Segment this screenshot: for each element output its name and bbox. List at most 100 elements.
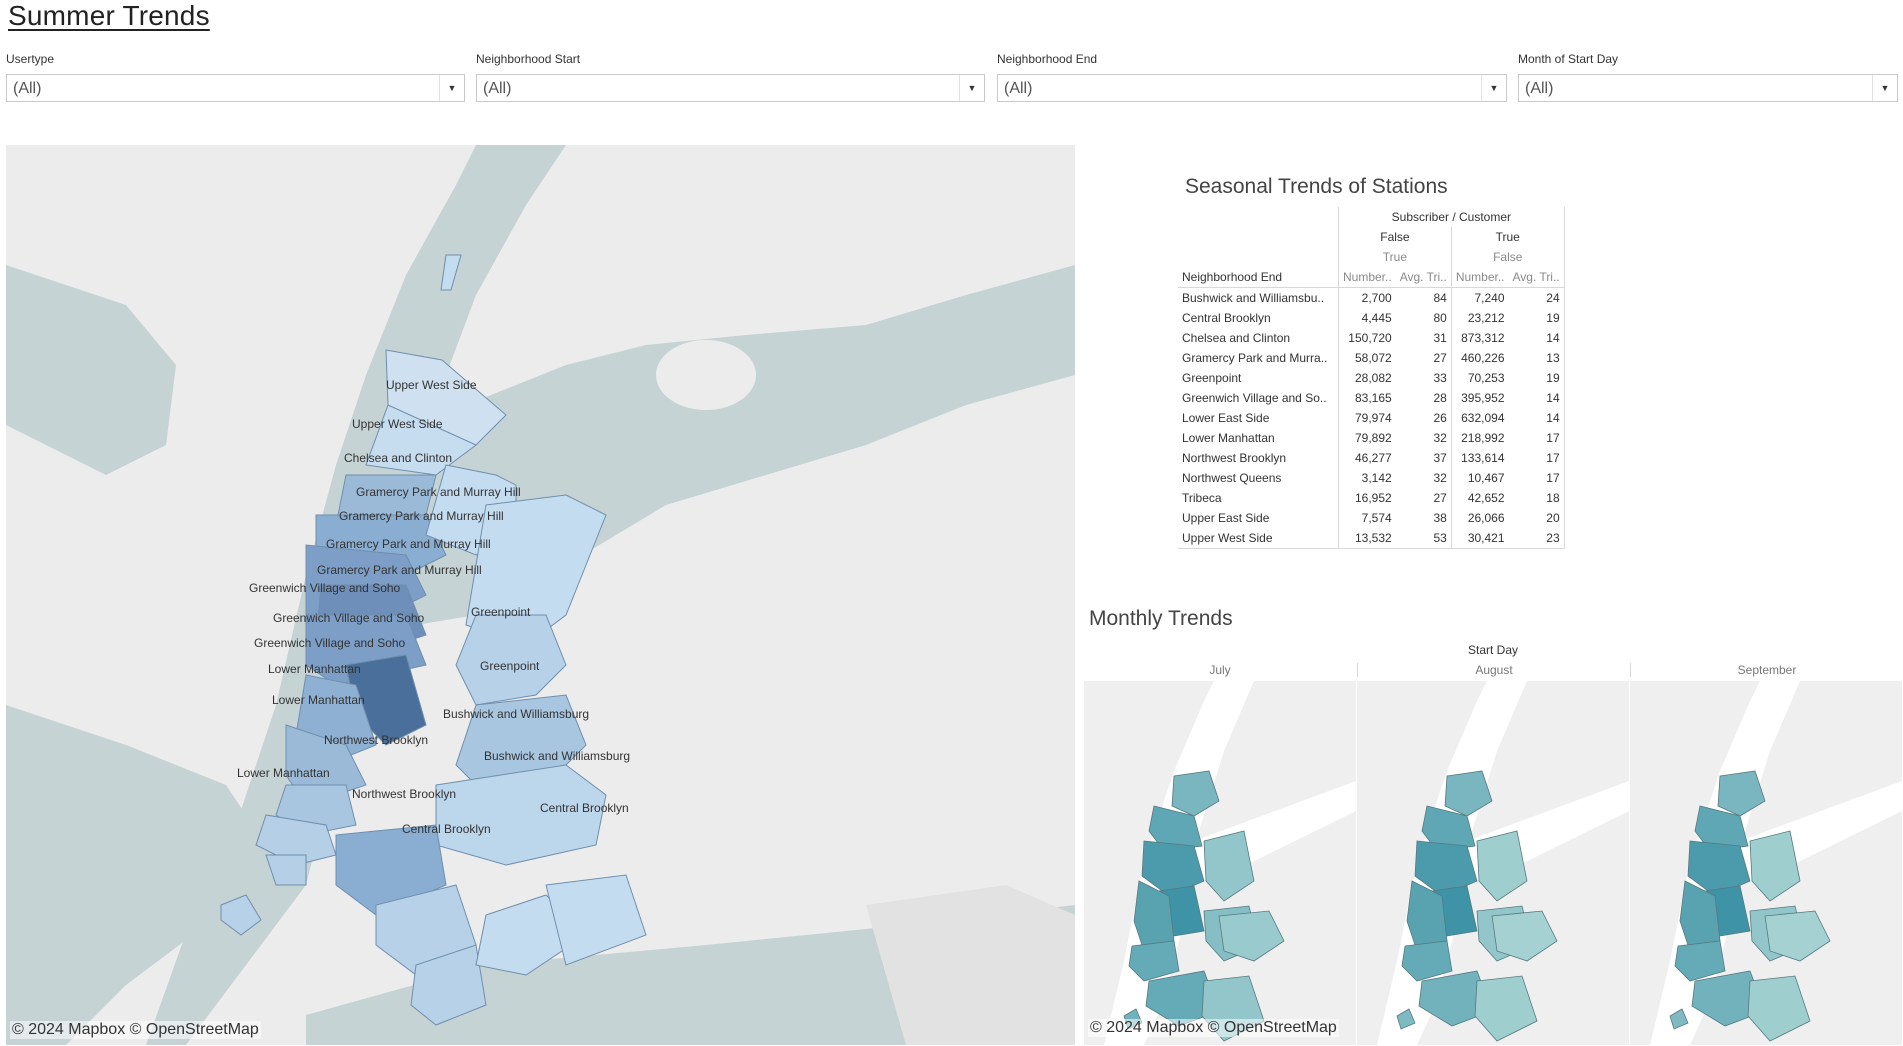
col-header: Avg. Tri.. [1508, 267, 1565, 288]
table-cell: 632,094 [1450, 408, 1509, 428]
row-label: Upper East Side [1182, 511, 1270, 525]
table-row[interactable]: Gramercy Park and Murra.. 58,072 27 460,226… [1178, 348, 1565, 368]
table-cell: 14 [1508, 328, 1565, 348]
table-row[interactable]: Lower East Side 79,974 26 632,094 14 [1178, 408, 1565, 428]
row-label: Tribeca [1182, 491, 1222, 505]
neighborhood-shape[interactable] [1747, 975, 1811, 1042]
table-cell: 58,072 [1337, 348, 1396, 368]
table-row[interactable]: Chelsea and Clinton 150,720 31 873,312 14 [1178, 328, 1565, 348]
table-row[interactable]: Upper West Side 13,532 53 30,421 23 [1178, 528, 1565, 549]
table-row[interactable]: Central Brooklyn 4,445 80 23,212 19 [1178, 308, 1565, 328]
table-row[interactable]: Lower Manhattan 79,892 32 218,992 17 [1178, 428, 1565, 448]
table-cell: 79,974 [1337, 408, 1396, 428]
table-row[interactable]: Northwest Queens 3,142 32 10,467 17 [1178, 468, 1565, 488]
mini-map-canvas [1104, 681, 1356, 1045]
dropdown-caret-icon[interactable]: ▼ [1481, 75, 1506, 101]
map-label: Greenpoint [480, 659, 540, 673]
table-cell: 7,240 [1450, 287, 1509, 308]
table-cell: 30,421 [1450, 528, 1509, 549]
table-cell: 23,212 [1450, 308, 1509, 328]
month-select[interactable]: (All) ▼ [1518, 74, 1898, 102]
header-top: Subscriber / Customer [1338, 207, 1565, 227]
table-cell: 218,992 [1450, 428, 1509, 448]
neighborhood-map[interactable]: Upper West Side Upper West Side Chelsea … [6, 145, 1075, 1045]
map-label: Upper West Side [386, 378, 477, 392]
seasonal-table: Subscriber / Customer False True True Fa… [1178, 207, 1565, 549]
table-cell: 14 [1508, 408, 1565, 428]
map-label: Gramercy Park and Murray Hill [356, 485, 521, 499]
table-cell: 46,277 [1337, 448, 1396, 468]
dropdown-caret-icon[interactable]: ▼ [959, 75, 984, 101]
month-header-august: August [1357, 663, 1630, 677]
table-cell: 32 [1433, 471, 1447, 485]
map-label: Lower Manhattan [272, 693, 365, 707]
table-row[interactable]: Northwest Brooklyn 46,277 37 133,614 17 [1178, 448, 1565, 468]
table-cell: 395,952 [1450, 388, 1509, 408]
filter-month-start-day: Month of Start Day (All) ▼ [1518, 52, 1898, 102]
table-cell: 27 [1433, 351, 1447, 365]
filter-label: Usertype [6, 52, 55, 66]
mini-map-canvas [1377, 681, 1629, 1045]
dropdown-caret-icon[interactable]: ▼ [1872, 75, 1897, 101]
table-cell: 20 [1508, 508, 1565, 528]
table-cell: 17 [1508, 428, 1565, 448]
map-label: Gramercy Park and Murray Hill [326, 537, 491, 551]
row-label: Gramercy Park and Murra.. [1182, 351, 1328, 365]
seasonal-title: Seasonal Trends of Stations [1185, 175, 1448, 198]
subgroup-header: True [1338, 247, 1452, 267]
row-label: Chelsea and Clinton [1182, 331, 1291, 345]
month-header-september: September [1630, 663, 1903, 677]
col-header: Number.. [1450, 267, 1509, 288]
table-cell: 24 [1508, 287, 1565, 308]
neighborhood-shape[interactable] [1474, 975, 1538, 1042]
map-panel-july[interactable] [1084, 681, 1356, 1045]
table-cell: 460,226 [1450, 348, 1509, 368]
map-label: Greenpoint [471, 605, 531, 619]
neighborhood-start-select[interactable]: (All) ▼ [476, 74, 985, 102]
neighborhood-end-select[interactable]: (All) ▼ [997, 74, 1507, 102]
neighborhood-shape[interactable] [1203, 830, 1255, 902]
table-cell: 17 [1508, 468, 1565, 488]
table-cell: 19 [1508, 368, 1565, 388]
map-label: Greenwich Village and Soho [249, 581, 401, 595]
table-row[interactable]: Upper East Side 7,574 38 26,066 20 [1178, 508, 1565, 528]
table-row[interactable]: Greenpoint 28,082 33 70,253 19 [1178, 368, 1565, 388]
select-value: (All) [1525, 80, 1554, 97]
map-panel-august[interactable] [1357, 681, 1629, 1045]
neighborhood-shape[interactable] [1749, 830, 1801, 902]
table-cell: 13,532 [1337, 528, 1396, 549]
table-cell: 33 [1433, 371, 1447, 385]
axis-title: Start Day [1467, 643, 1518, 657]
table-cell: 133,614 [1450, 448, 1509, 468]
table-row[interactable]: Tribeca 16,952 27 42,652 18 [1178, 488, 1565, 508]
usertype-select[interactable]: (All) ▼ [6, 74, 465, 102]
row-label: Greenpoint [1182, 371, 1242, 385]
neighborhood-shape[interactable] [1476, 830, 1528, 902]
table-cell: 28 [1433, 391, 1447, 405]
map-label: Greenwich Village and Soho [273, 611, 425, 625]
table-cell: 4,445 [1337, 308, 1396, 328]
filter-label: Month of Start Day [1518, 52, 1619, 66]
group-header: False [1338, 227, 1452, 247]
map-label: Upper West Side [352, 417, 443, 431]
subgroup-header: False [1450, 247, 1565, 267]
table-cell: 42,652 [1450, 488, 1509, 508]
table-cell: 3,142 [1337, 468, 1396, 488]
table-cell: 17 [1508, 448, 1565, 468]
table-cell: 28,082 [1337, 368, 1396, 388]
monthly-trends: Start Day July August September © 2024 M… [1084, 643, 1902, 1045]
map-label: Bushwick and Williamsburg [484, 749, 630, 763]
map-panel-september[interactable] [1630, 681, 1902, 1045]
month-header-july: July [1209, 663, 1231, 677]
table-cell: 873,312 [1450, 328, 1509, 348]
filter-neighborhood-end: Neighborhood End (All) ▼ [997, 52, 1507, 102]
table-cell: 27 [1433, 491, 1447, 505]
dropdown-caret-icon[interactable]: ▼ [439, 75, 464, 101]
table-row[interactable]: Greenwich Village and So.. 83,165 28 395,95… [1178, 388, 1565, 408]
table-cell: 70,253 [1450, 368, 1509, 388]
table-cell: 53 [1433, 531, 1447, 545]
table-row[interactable]: Bushwick and Williamsbu.. 2,700 84 7,240 24 [1178, 287, 1565, 308]
map-label: Gramercy Park and Murray Hill [339, 509, 504, 523]
mini-map-canvas [1650, 681, 1902, 1045]
table-cell: 38 [1433, 511, 1447, 525]
